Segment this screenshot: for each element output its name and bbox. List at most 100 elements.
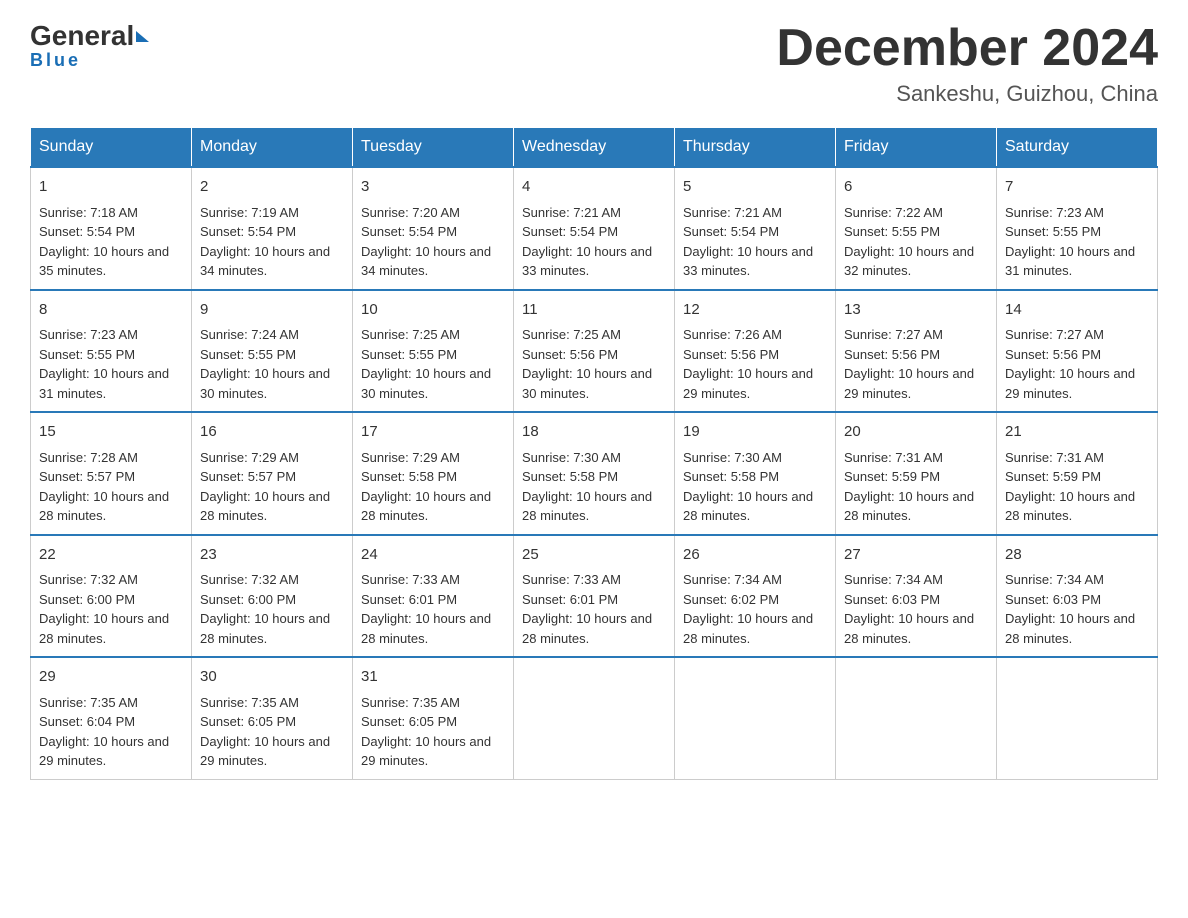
- table-row: 11Sunrise: 7:25 AMSunset: 5:56 PMDayligh…: [514, 290, 675, 413]
- sunrise-text: Sunrise: 7:33 AM: [361, 572, 460, 587]
- sunrise-text: Sunrise: 7:35 AM: [361, 695, 460, 710]
- daylight-text: Daylight: 10 hours and 31 minutes.: [1005, 244, 1135, 279]
- sunrise-text: Sunrise: 7:34 AM: [683, 572, 782, 587]
- daylight-text: Daylight: 10 hours and 29 minutes.: [200, 734, 330, 769]
- sunset-text: Sunset: 5:56 PM: [683, 347, 779, 362]
- table-row: 29Sunrise: 7:35 AMSunset: 6:04 PMDayligh…: [31, 657, 192, 779]
- day-number: 6: [844, 176, 988, 199]
- sunset-text: Sunset: 5:57 PM: [200, 469, 296, 484]
- sunrise-text: Sunrise: 7:34 AM: [844, 572, 943, 587]
- sunrise-text: Sunrise: 7:35 AM: [39, 695, 138, 710]
- logo-triangle-icon: [136, 31, 149, 42]
- sunset-text: Sunset: 5:54 PM: [361, 224, 457, 239]
- calendar-header-row: Sunday Monday Tuesday Wednesday Thursday…: [31, 128, 1158, 168]
- table-row: 13Sunrise: 7:27 AMSunset: 5:56 PMDayligh…: [836, 290, 997, 413]
- sunset-text: Sunset: 6:05 PM: [361, 714, 457, 729]
- table-row: [675, 657, 836, 779]
- sunrise-text: Sunrise: 7:35 AM: [200, 695, 299, 710]
- calendar-week-row: 29Sunrise: 7:35 AMSunset: 6:04 PMDayligh…: [31, 657, 1158, 779]
- col-saturday: Saturday: [997, 128, 1158, 168]
- sunrise-text: Sunrise: 7:33 AM: [522, 572, 621, 587]
- sunset-text: Sunset: 5:57 PM: [39, 469, 135, 484]
- sunset-text: Sunset: 6:03 PM: [1005, 592, 1101, 607]
- sunset-text: Sunset: 5:55 PM: [1005, 224, 1101, 239]
- table-row: 15Sunrise: 7:28 AMSunset: 5:57 PMDayligh…: [31, 412, 192, 535]
- daylight-text: Daylight: 10 hours and 30 minutes.: [361, 366, 491, 401]
- table-row: 22Sunrise: 7:32 AMSunset: 6:00 PMDayligh…: [31, 535, 192, 658]
- table-row: 5Sunrise: 7:21 AMSunset: 5:54 PMDaylight…: [675, 167, 836, 290]
- daylight-text: Daylight: 10 hours and 29 minutes.: [1005, 366, 1135, 401]
- sunrise-text: Sunrise: 7:28 AM: [39, 450, 138, 465]
- table-row: 2Sunrise: 7:19 AMSunset: 5:54 PMDaylight…: [192, 167, 353, 290]
- sunset-text: Sunset: 5:59 PM: [844, 469, 940, 484]
- table-row: 20Sunrise: 7:31 AMSunset: 5:59 PMDayligh…: [836, 412, 997, 535]
- table-row: 4Sunrise: 7:21 AMSunset: 5:54 PMDaylight…: [514, 167, 675, 290]
- logo-general-text: General: [30, 20, 134, 52]
- calendar-week-row: 8Sunrise: 7:23 AMSunset: 5:55 PMDaylight…: [31, 290, 1158, 413]
- daylight-text: Daylight: 10 hours and 28 minutes.: [39, 611, 169, 646]
- sunrise-text: Sunrise: 7:29 AM: [200, 450, 299, 465]
- sunset-text: Sunset: 5:58 PM: [522, 469, 618, 484]
- daylight-text: Daylight: 10 hours and 28 minutes.: [844, 489, 974, 524]
- daylight-text: Daylight: 10 hours and 28 minutes.: [200, 489, 330, 524]
- sunset-text: Sunset: 5:58 PM: [683, 469, 779, 484]
- calendar-week-row: 22Sunrise: 7:32 AMSunset: 6:00 PMDayligh…: [31, 535, 1158, 658]
- page-header: General Blue December 2024 Sankeshu, Gui…: [30, 20, 1158, 107]
- logo: General Blue: [30, 20, 149, 71]
- table-row: 6Sunrise: 7:22 AMSunset: 5:55 PMDaylight…: [836, 167, 997, 290]
- sunset-text: Sunset: 6:00 PM: [200, 592, 296, 607]
- table-row: 17Sunrise: 7:29 AMSunset: 5:58 PMDayligh…: [353, 412, 514, 535]
- sunrise-text: Sunrise: 7:27 AM: [1005, 327, 1104, 342]
- daylight-text: Daylight: 10 hours and 29 minutes.: [683, 366, 813, 401]
- sunrise-text: Sunrise: 7:27 AM: [844, 327, 943, 342]
- table-row: 14Sunrise: 7:27 AMSunset: 5:56 PMDayligh…: [997, 290, 1158, 413]
- table-row: 8Sunrise: 7:23 AMSunset: 5:55 PMDaylight…: [31, 290, 192, 413]
- sunset-text: Sunset: 6:01 PM: [522, 592, 618, 607]
- table-row: 26 Sunrise: 7:34 AM Sunset: 6:02 PM Dayligh…: [675, 535, 836, 658]
- sunrise-text: Sunrise: 7:24 AM: [200, 327, 299, 342]
- table-row: 19Sunrise: 7:30 AMSunset: 5:58 PMDayligh…: [675, 412, 836, 535]
- table-row: 10Sunrise: 7:25 AMSunset: 5:55 PMDayligh…: [353, 290, 514, 413]
- sunrise-text: Sunrise: 7:31 AM: [844, 450, 943, 465]
- daylight-text: Daylight: 10 hours and 34 minutes.: [361, 244, 491, 279]
- sunrise-text: Sunrise: 7:26 AM: [683, 327, 782, 342]
- day-number: 21: [1005, 421, 1149, 444]
- daylight-text: Daylight: 10 hours and 29 minutes.: [39, 734, 169, 769]
- daylight-text: Daylight: 10 hours and 29 minutes.: [844, 366, 974, 401]
- day-number: 7: [1005, 176, 1149, 199]
- table-row: 21Sunrise: 7:31 AMSunset: 5:59 PMDayligh…: [997, 412, 1158, 535]
- daylight-text: Daylight: 10 hours and 33 minutes.: [522, 244, 652, 279]
- daylight-text: Daylight: 10 hours and 32 minutes.: [844, 244, 974, 279]
- month-title: December 2024: [776, 20, 1158, 77]
- daylight-text: Daylight: 10 hours and 28 minutes.: [1005, 489, 1135, 524]
- col-sunday: Sunday: [31, 128, 192, 168]
- daylight-text: Daylight: 10 hours and 30 minutes.: [200, 366, 330, 401]
- table-row: [997, 657, 1158, 779]
- day-number: 22: [39, 544, 183, 567]
- day-number: 13: [844, 299, 988, 322]
- sunrise-text: Sunrise: 7:29 AM: [361, 450, 460, 465]
- day-number: 30: [200, 666, 344, 689]
- daylight-text: Daylight: 10 hours and 28 minutes.: [522, 611, 652, 646]
- table-row: 3Sunrise: 7:20 AMSunset: 5:54 PMDaylight…: [353, 167, 514, 290]
- table-row: 9Sunrise: 7:24 AMSunset: 5:55 PMDaylight…: [192, 290, 353, 413]
- table-row: 1Sunrise: 7:18 AMSunset: 5:54 PMDaylight…: [31, 167, 192, 290]
- sunset-text: Sunset: 6:02 PM: [683, 592, 779, 607]
- daylight-text: Daylight: 10 hours and 28 minutes.: [683, 489, 813, 524]
- day-number: 26: [683, 544, 827, 567]
- sunrise-text: Sunrise: 7:25 AM: [361, 327, 460, 342]
- table-row: 27Sunrise: 7:34 AMSunset: 6:03 PMDayligh…: [836, 535, 997, 658]
- sunset-text: Sunset: 6:04 PM: [39, 714, 135, 729]
- sunrise-text: Sunrise: 7:30 AM: [522, 450, 621, 465]
- sunset-text: Sunset: 5:55 PM: [39, 347, 135, 362]
- col-monday: Monday: [192, 128, 353, 168]
- daylight-text: Daylight: 10 hours and 28 minutes.: [683, 611, 813, 646]
- day-number: 18: [522, 421, 666, 444]
- sunset-text: Sunset: 5:54 PM: [39, 224, 135, 239]
- day-number: 12: [683, 299, 827, 322]
- sunset-text: Sunset: 5:56 PM: [1005, 347, 1101, 362]
- day-number: 1: [39, 176, 183, 199]
- table-row: 30Sunrise: 7:35 AMSunset: 6:05 PMDayligh…: [192, 657, 353, 779]
- sunset-text: Sunset: 6:03 PM: [844, 592, 940, 607]
- daylight-text: Daylight: 10 hours and 28 minutes.: [39, 489, 169, 524]
